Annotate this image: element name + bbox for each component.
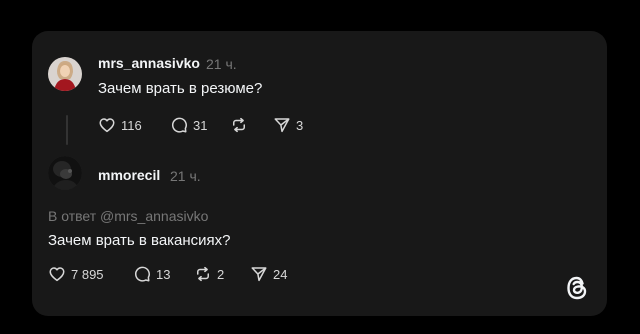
like-count: 116: [121, 117, 142, 133]
thread-connector-line: [66, 115, 68, 145]
reply-share-count: 24: [273, 266, 288, 282]
reply-to-label[interactable]: В ответ @mrs_annasivko: [48, 208, 208, 224]
share-button[interactable]: 3: [273, 116, 303, 134]
threads-embed-card: mrs_annasivko 21 ч. Зачем врать в резюме…: [32, 31, 607, 316]
reply-like-count: 7 895: [71, 266, 104, 282]
threads-logo-icon[interactable]: [565, 275, 589, 306]
avatar-mmorecil[interactable]: [48, 156, 82, 190]
comment-button[interactable]: 31: [170, 116, 207, 134]
comment-count: 31: [193, 117, 208, 133]
send-icon: [251, 267, 267, 282]
repost-icon: [233, 117, 245, 133]
reply-comment-count: 13: [156, 266, 171, 282]
repost-button[interactable]: [230, 116, 253, 134]
comment-bubble-icon: [135, 266, 150, 282]
repost-icon: [197, 266, 209, 282]
post-timestamp[interactable]: 21 ч.: [206, 56, 237, 72]
comment-bubble-icon: [172, 117, 187, 133]
post-author-username[interactable]: mrs_annasivko: [98, 55, 200, 71]
heart-icon: [49, 267, 65, 282]
reply-text: Зачем врать в вакансиях?: [48, 232, 231, 249]
avatar-mrs-annasivko[interactable]: [48, 57, 82, 91]
reply-author-username[interactable]: mmorecil: [98, 167, 160, 183]
send-icon: [274, 118, 290, 133]
reply-timestamp[interactable]: 21 ч.: [170, 168, 201, 184]
reply-repost-button[interactable]: 2: [194, 265, 224, 283]
share-count: 3: [296, 117, 304, 133]
reply-comment-button[interactable]: 13: [133, 265, 170, 283]
reply-repost-count: 2: [217, 266, 225, 282]
post-text: Зачем врать в резюме?: [98, 80, 263, 97]
reply-share-button[interactable]: 24: [250, 265, 287, 283]
heart-icon: [99, 118, 115, 133]
like-button[interactable]: 116: [98, 116, 142, 134]
reply-like-button[interactable]: 7 895: [48, 265, 104, 283]
